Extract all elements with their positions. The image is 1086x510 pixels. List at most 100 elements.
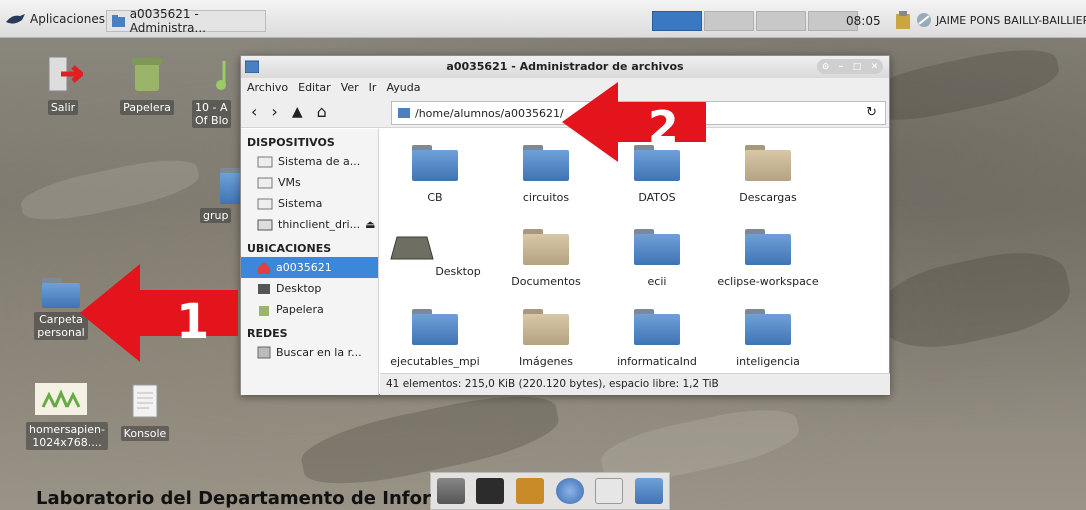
file-manager-icon bbox=[245, 60, 259, 73]
sidebar-item-papelera[interactable]: Papelera bbox=[241, 299, 378, 320]
folder-icon bbox=[412, 145, 458, 181]
file-item-cb[interactable]: CB bbox=[380, 145, 490, 204]
sidebar: DISPOSITIVOS Sistema de a... VMs Sistema… bbox=[241, 129, 379, 395]
file-item-label: circuitos bbox=[522, 191, 570, 204]
desktop-icon-konsole[interactable]: Konsole bbox=[110, 383, 180, 441]
sidebar-item-label: thinclient_dri... bbox=[278, 218, 361, 231]
trash-icon bbox=[132, 58, 162, 91]
sidebar-item-vms[interactable]: VMs bbox=[241, 172, 378, 193]
menu-ayuda[interactable]: Ayuda bbox=[386, 81, 420, 94]
menu-archivo[interactable]: Archivo bbox=[247, 81, 288, 94]
clock[interactable]: 08:05 bbox=[846, 14, 881, 28]
file-item-documentos[interactable]: Documentos bbox=[491, 229, 601, 288]
terminal-launcher-icon[interactable] bbox=[476, 478, 505, 504]
workspace-1[interactable] bbox=[652, 11, 702, 31]
file-item-label: Imágenes bbox=[519, 355, 573, 368]
workspace-3[interactable] bbox=[756, 11, 806, 31]
file-item-eclipse-workspace[interactable]: eclipse-workspace bbox=[713, 229, 823, 288]
window-title: a0035621 - Administrador de archivos bbox=[446, 60, 684, 73]
sidebar-item-thinclient[interactable]: thinclient_dri... ⏏ bbox=[241, 214, 378, 235]
desktop-icon-salir[interactable]: Salir bbox=[28, 55, 98, 115]
menu-ver[interactable]: Ver bbox=[341, 81, 359, 94]
maximize-icon[interactable]: □ bbox=[853, 56, 862, 78]
sidebar-item-label: a0035621 bbox=[276, 261, 332, 274]
file-item-label: eclipse-workspace bbox=[717, 275, 819, 288]
address-path: /home/alumnos/a0035621/ bbox=[415, 106, 564, 120]
folder-icon bbox=[634, 309, 680, 345]
file-manager-icon bbox=[112, 15, 125, 27]
shade-icon[interactable]: ⊙ bbox=[822, 56, 830, 78]
eject-icon[interactable]: ⏏ bbox=[365, 218, 375, 231]
window-titlebar[interactable]: a0035621 - Administrador de archivos ⊙ –… bbox=[241, 56, 889, 78]
sidebar-item-buscar-red[interactable]: Buscar en la r... bbox=[241, 342, 378, 363]
annotation-number-1: 1 bbox=[176, 294, 209, 350]
exit-icon bbox=[48, 56, 85, 92]
image-thumbnail-icon bbox=[35, 383, 87, 415]
desktop-icon-label: homersapien- 1024x768.... bbox=[26, 422, 108, 450]
file-item-label: Documentos bbox=[511, 275, 581, 288]
sidebar-item-sistema-de-a[interactable]: Sistema de a... bbox=[241, 151, 378, 172]
file-item-informaticaind[interactable]: informaticaInd bbox=[602, 309, 712, 368]
browser-launcher-icon[interactable] bbox=[555, 478, 584, 504]
file-item-label: ecii bbox=[647, 275, 667, 288]
file-item-label: ejecutables_mpi bbox=[390, 355, 480, 368]
home-folder-icon bbox=[42, 278, 80, 308]
sidebar-item-home[interactable]: a0035621 bbox=[241, 257, 378, 278]
folder-icon bbox=[745, 309, 791, 345]
file-item-label: Descargas bbox=[739, 191, 797, 204]
folder-icon bbox=[398, 108, 410, 118]
applications-label: Aplicaciones bbox=[30, 12, 105, 26]
pictures-folder-icon bbox=[523, 309, 569, 345]
annotation-arrow-1: 1 bbox=[80, 264, 238, 362]
file-item-descargas[interactable]: Descargas bbox=[713, 145, 823, 204]
sidebar-item-desktop[interactable]: Desktop bbox=[241, 278, 378, 299]
network-icon[interactable] bbox=[916, 12, 932, 28]
downloads-folder-icon bbox=[745, 145, 791, 181]
desktop-icon-papelera[interactable]: Papelera bbox=[112, 55, 182, 115]
minimize-icon[interactable]: – bbox=[839, 56, 844, 78]
file-item-ejecutables-mpi[interactable]: ejecutables_mpi bbox=[380, 309, 490, 368]
desktop-icon-label: Papelera bbox=[120, 100, 174, 115]
taskbar-window-button[interactable]: a0035621 - Administra... bbox=[106, 7, 266, 35]
annotation-number-2: 2 bbox=[648, 102, 679, 153]
sidebar-item-label: Desktop bbox=[276, 282, 322, 295]
desktop-icon-label: Konsole bbox=[120, 426, 170, 441]
user-name[interactable]: JAIME PONS BAILLY-BAILLIER bbox=[936, 14, 1086, 27]
folder-icon bbox=[745, 229, 791, 265]
status-bar: 41 elementos: 215,0 KiB (220.120 bytes),… bbox=[380, 373, 890, 395]
close-icon[interactable]: ✕ bbox=[871, 56, 879, 78]
xfce-mouse-icon bbox=[6, 14, 25, 24]
file-grid: CB circuitos DATOS Descargas Desktop Doc… bbox=[380, 129, 890, 373]
clipboard-icon[interactable] bbox=[896, 11, 910, 29]
annotation-arrow-2: 2 bbox=[562, 82, 706, 162]
desktop-launcher-icon[interactable] bbox=[436, 478, 465, 504]
files-launcher-icon[interactable] bbox=[635, 478, 664, 504]
home-icon[interactable]: ⌂ bbox=[317, 102, 327, 121]
trash-icon bbox=[259, 306, 269, 316]
file-item-ecii[interactable]: ecii bbox=[602, 229, 712, 288]
sidebar-item-label: Papelera bbox=[276, 303, 324, 316]
menu-ir[interactable]: Ir bbox=[369, 81, 377, 94]
file-item-desktop[interactable]: Desktop bbox=[380, 229, 490, 278]
menu-editar[interactable]: Editar bbox=[298, 81, 331, 94]
back-icon[interactable]: ‹ bbox=[251, 102, 257, 121]
text-editor-launcher-icon[interactable] bbox=[516, 478, 545, 504]
network-drive-icon bbox=[257, 219, 273, 230]
reload-icon[interactable]: ↻ bbox=[866, 105, 877, 120]
workspace-2[interactable] bbox=[704, 11, 754, 31]
music-file-icon bbox=[216, 61, 226, 90]
drive-icon bbox=[257, 177, 273, 188]
search-launcher-icon[interactable] bbox=[595, 478, 624, 504]
sidebar-item-label: VMs bbox=[278, 176, 301, 189]
forward-icon[interactable]: › bbox=[271, 102, 277, 121]
desktop-icon-homersapien[interactable]: homersapien- 1024x768.... bbox=[26, 383, 108, 450]
applications-menu[interactable]: Aplicaciones bbox=[4, 12, 105, 26]
file-item-imagenes[interactable]: Imágenes bbox=[491, 309, 601, 368]
file-item-inteligencia[interactable]: inteligencia bbox=[713, 309, 823, 368]
dock bbox=[430, 472, 670, 510]
sidebar-item-sistema[interactable]: Sistema bbox=[241, 193, 378, 214]
file-item-label: inteligencia bbox=[736, 355, 800, 368]
window-controls: ⊙ – □ ✕ bbox=[817, 59, 883, 74]
document-icon bbox=[132, 384, 158, 418]
up-icon[interactable]: ▲ bbox=[292, 104, 303, 120]
